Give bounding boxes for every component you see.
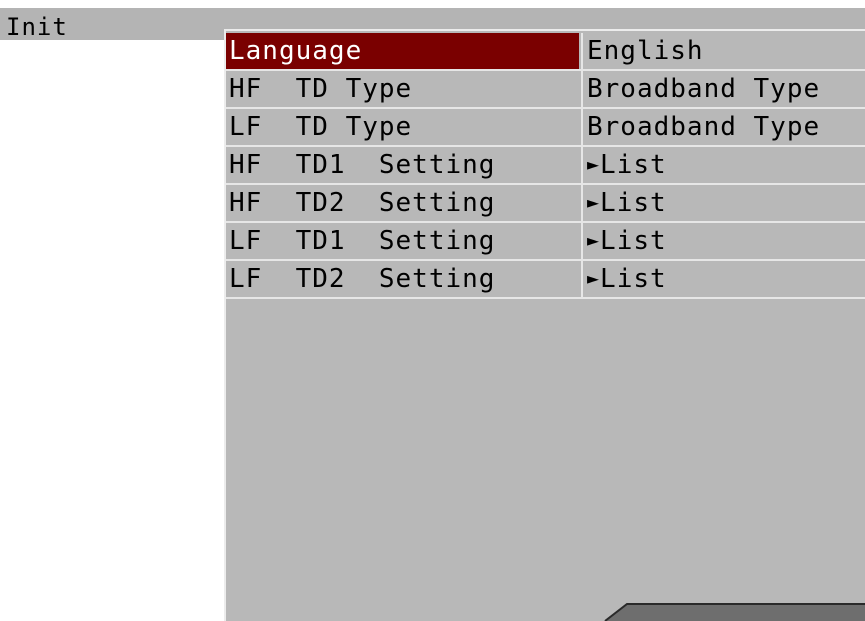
submenu-arrow-icon: ►: [587, 152, 601, 176]
menu-row-label: HF TD1 Setting: [229, 150, 496, 180]
settings-panel: Language English HF TD Type Broadband Ty…: [224, 29, 865, 621]
submenu-arrow-icon: ►: [587, 228, 601, 252]
submenu-arrow-icon: ►: [587, 266, 601, 290]
menu-row-value-text: Broadband Type: [587, 112, 821, 142]
menu-row-label: Language: [226, 33, 579, 69]
menu-row-value[interactable]: English: [587, 33, 704, 69]
menu-row-label: LF TD2 Setting: [229, 264, 496, 294]
menu-row-value[interactable]: ►List: [587, 147, 667, 183]
menu-row-label: LF TD Type: [229, 112, 413, 142]
menu-row-value-text: Broadband Type: [587, 74, 821, 104]
panel-corner-tab: [604, 603, 865, 621]
menu-row-value[interactable]: ►List: [587, 223, 667, 259]
column-divider: [581, 223, 583, 259]
menu-row-value-text: List: [600, 226, 667, 256]
menu-row-label: HF TD Type: [229, 74, 413, 104]
menu-row-label: LF TD1 Setting: [229, 226, 496, 256]
menu-row-hf-td2-setting[interactable]: HF TD2 Setting ►List: [226, 185, 865, 223]
menu-row-value-text: English: [587, 36, 704, 66]
menu-row-value-text: List: [600, 150, 667, 180]
menu-row-lf-td2-setting[interactable]: LF TD2 Setting ►List: [226, 261, 865, 299]
menu-row-language[interactable]: Language English: [226, 33, 865, 71]
column-divider: [581, 33, 583, 69]
menu-row-value[interactable]: Broadband Type: [587, 109, 820, 145]
menu-row-value-text: List: [600, 188, 667, 218]
menu-row-lf-td-type[interactable]: LF TD Type Broadband Type: [226, 109, 865, 147]
menu-row-value[interactable]: ►List: [587, 185, 667, 221]
menu-row-hf-td1-setting[interactable]: HF TD1 Setting ►List: [226, 147, 865, 185]
menu-row-value-text: List: [600, 264, 667, 294]
column-divider: [581, 109, 583, 145]
submenu-arrow-icon: ►: [587, 190, 601, 214]
menu-row-value[interactable]: Broadband Type: [587, 71, 820, 107]
menu-row-label: HF TD2 Setting: [229, 188, 496, 218]
window-title: Init: [6, 13, 68, 41]
settings-menu: Language English HF TD Type Broadband Ty…: [226, 33, 865, 299]
column-divider: [581, 185, 583, 221]
column-divider: [581, 147, 583, 183]
menu-row-value[interactable]: ►List: [587, 261, 667, 297]
menu-row-hf-td-type[interactable]: HF TD Type Broadband Type: [226, 71, 865, 109]
menu-row-lf-td1-setting[interactable]: LF TD1 Setting ►List: [226, 223, 865, 261]
column-divider: [581, 261, 583, 297]
column-divider: [581, 71, 583, 107]
